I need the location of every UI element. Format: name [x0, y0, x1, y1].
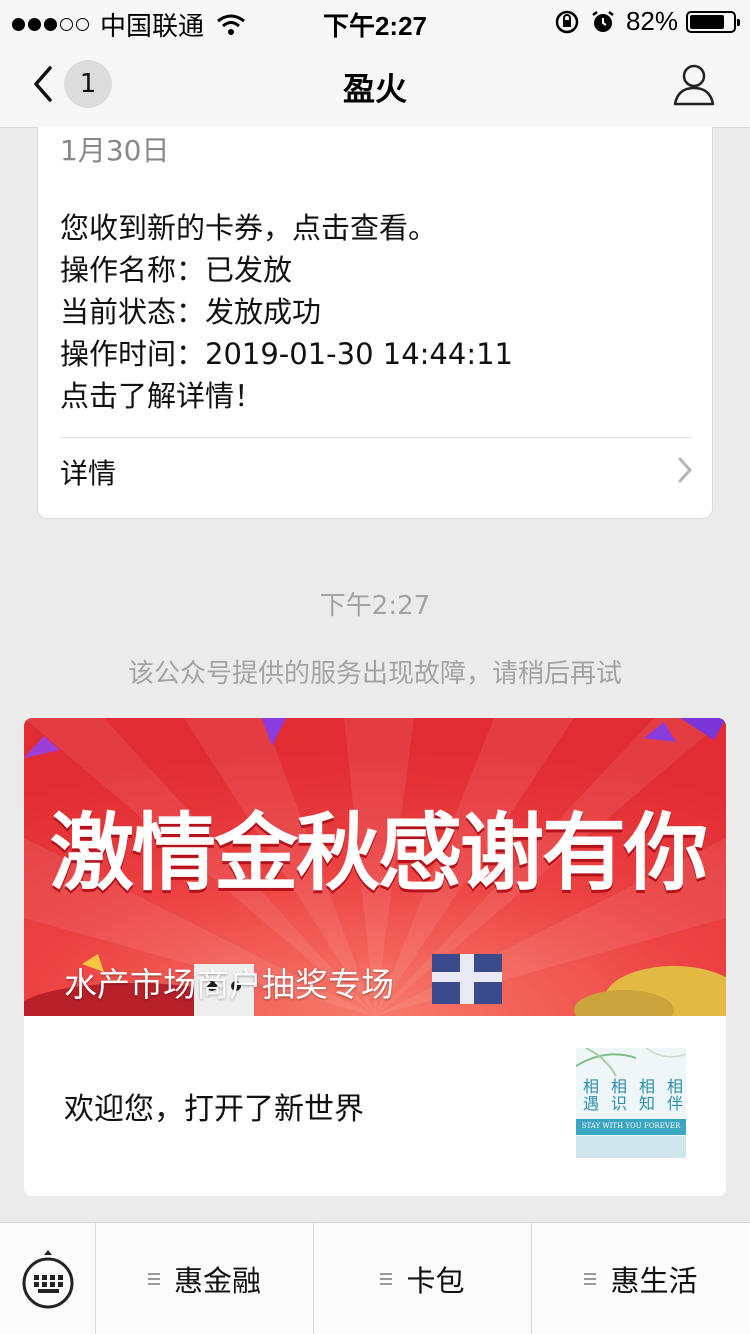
article-title: 水产市场商户抽奖专场 [64, 965, 394, 1004]
menu-lines-icon [380, 1273, 393, 1285]
nav-bar: 1 盈火 [0, 40, 750, 128]
menu-item-label: 惠金融 [173, 1264, 261, 1298]
article-card[interactable]: 激情金秋感谢有你 水产市场商户抽奖专场 欢迎您，打开了新世界 相遇 相识 相知 … [24, 718, 726, 1196]
chevron-right-icon [678, 457, 693, 483]
keyboard-icon [22, 1250, 74, 1309]
status-bar: 中国联通 下午2:27 82% [0, 0, 750, 41]
article-subtitle[interactable]: 欢迎您，打开了新世界 [64, 1084, 364, 1128]
card-line: 当前状态：发放成功 [60, 295, 322, 329]
notification-card[interactable]: 1月30日 您收到新的卡券，点击查看。 操作名称：已发放 当前状态：发放成功 操… [37, 127, 713, 519]
card-line: 操作名称：已发放 [60, 253, 293, 287]
service-error-notice: 该公众号提供的服务出现故障，请稍后再试 [127, 659, 622, 689]
alarm-icon [592, 10, 614, 32]
battery-icon [686, 10, 740, 33]
profile-icon[interactable] [672, 62, 716, 106]
menu-item-label: 惠生活 [610, 1264, 698, 1298]
battery-percent: 82% [625, 6, 678, 36]
banner-headline: 激情金秋感谢有你 [50, 803, 708, 902]
detail-link[interactable]: 详情 [60, 452, 116, 492]
card-line: 操作时间：2019-01-30 14:44:11 [60, 337, 513, 371]
message-timestamp: 下午2:27 [319, 591, 431, 621]
thumbnail-caption: STAY WITH YOU FOREVER [581, 1122, 681, 1130]
article-thumbnail[interactable]: 相遇 相识 相知 相伴 STAY WITH YOU FOREVER [576, 1048, 686, 1158]
thumbnail-char: 相遇 [582, 1077, 599, 1113]
bottom-menu-bar: 惠金融 卡包 惠生活 [0, 1222, 750, 1334]
page-title: 盈火 [342, 70, 407, 108]
menu-item-card-wallet[interactable]: 卡包 [314, 1223, 532, 1334]
keyboard-toggle-button[interactable] [0, 1223, 96, 1334]
card-divider [60, 437, 692, 438]
menu-lines-icon [147, 1273, 160, 1285]
card-date: 1月30日 [60, 134, 170, 167]
thumbnail-text: 相遇 相识 相知 相伴 [582, 1078, 684, 1112]
thumbnail-char: 相伴 [666, 1077, 683, 1113]
thumbnail-char: 相知 [638, 1077, 655, 1113]
card-line: 您收到新的卡券，点击查看。 [60, 211, 438, 245]
thumbnail-char: 相识 [610, 1077, 627, 1113]
rotation-lock-icon [555, 10, 579, 33]
card-line: 点击了解详情！ [60, 379, 264, 413]
status-right: 82% [554, 6, 740, 37]
menu-item-finance[interactable]: 惠金融 [96, 1223, 314, 1334]
menu-item-label: 卡包 [406, 1264, 465, 1298]
card-body: 您收到新的卡券，点击查看。 操作名称：已发放 当前状态：发放成功 操作时间：20… [60, 207, 513, 417]
menu-item-life[interactable]: 惠生活 [532, 1223, 750, 1334]
article-banner[interactable]: 激情金秋感谢有你 水产市场商户抽奖专场 [24, 718, 726, 1016]
menu-lines-icon [584, 1273, 597, 1285]
